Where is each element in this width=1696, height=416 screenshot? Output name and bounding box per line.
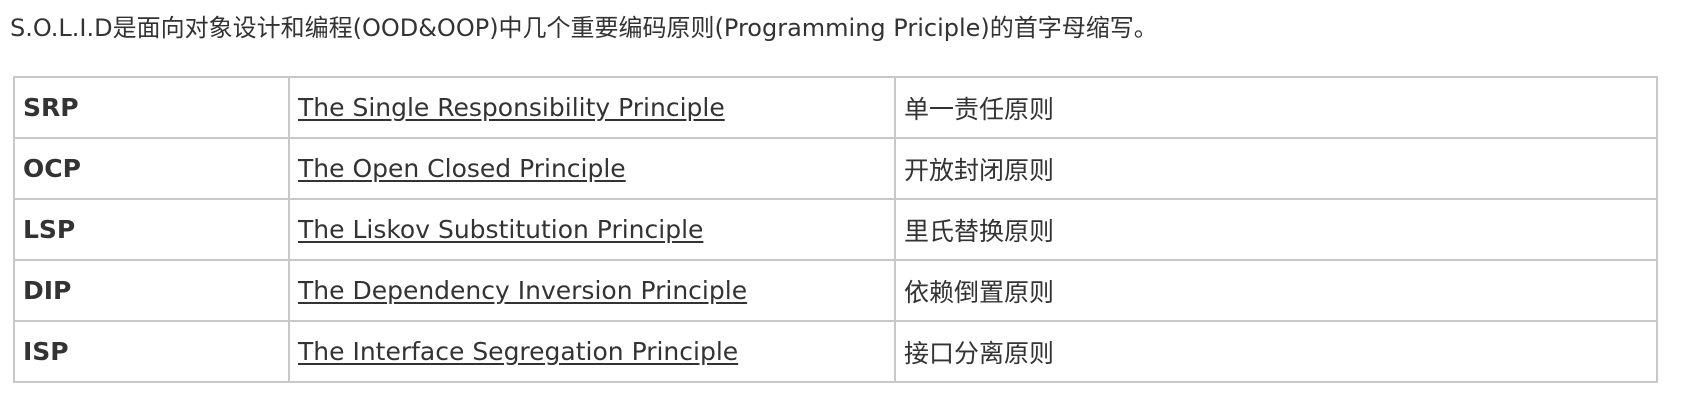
principle-abbr: SRP [13,76,290,139]
table-row: ISP The Interface Segregation Principle … [13,320,1658,383]
table-row: DIP The Dependency Inversion Principle 依… [13,259,1658,322]
principle-abbr: LSP [13,198,290,261]
principle-abbr: DIP [13,259,290,322]
table-row: LSP The Liskov Substitution Principle 里氏… [13,198,1658,261]
principle-abbr: ISP [13,320,290,383]
principle-chinese-name: 依赖倒置原则 [894,259,1658,322]
principle-abbr: OCP [13,137,290,200]
principle-chinese-name: 里氏替换原则 [894,198,1658,261]
principle-name-link[interactable]: The Single Responsibility Principle [298,93,725,122]
principle-name-link[interactable]: The Interface Segregation Principle [298,337,738,366]
intro-paragraph: S.O.L.I.D是面向对象设计和编程(OOD&OOP)中几个重要编码原则(Pr… [10,14,1158,42]
principle-name-link[interactable]: The Dependency Inversion Principle [298,276,747,305]
principle-chinese-name: 开放封闭原则 [894,137,1658,200]
table-row: OCP The Open Closed Principle 开放封闭原则 [13,137,1658,200]
table-row: SRP The Single Responsibility Principle … [13,76,1658,139]
principle-chinese-name: 单一责任原则 [894,76,1658,139]
solid-principles-table: SRP The Single Responsibility Principle … [13,76,1658,383]
principle-chinese-name: 接口分离原则 [894,320,1658,383]
principle-name-link[interactable]: The Liskov Substitution Principle [298,215,703,244]
principle-name-link[interactable]: The Open Closed Principle [298,154,626,183]
